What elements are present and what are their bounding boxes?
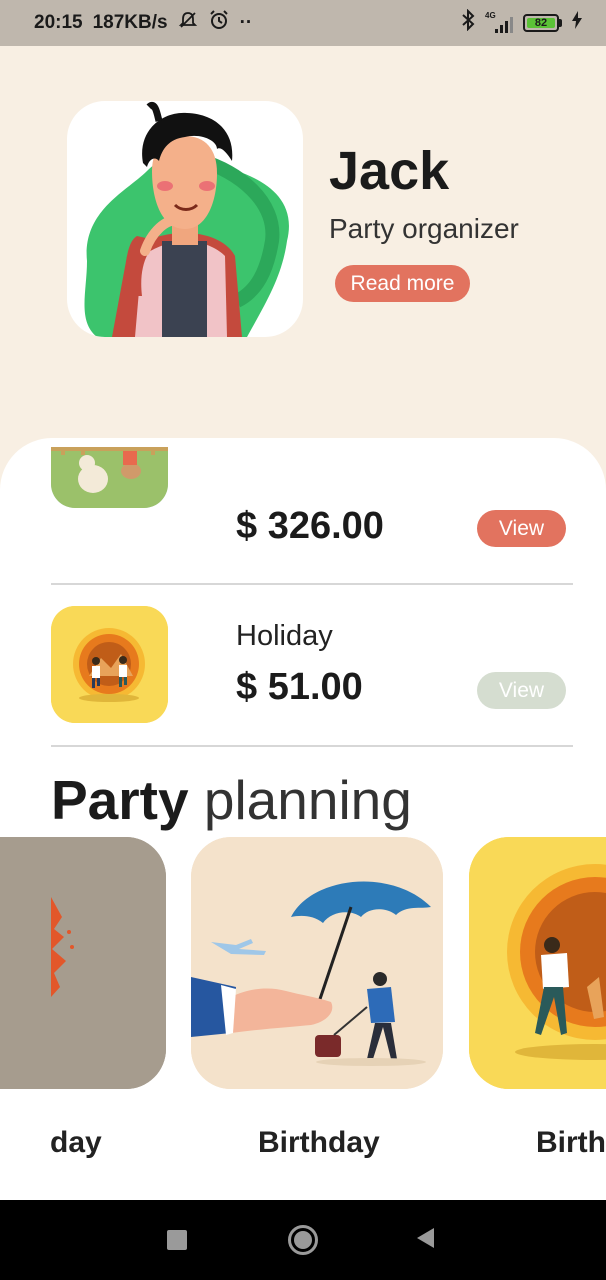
section-title-bold: Party bbox=[51, 769, 189, 831]
section-title-light: planning bbox=[203, 769, 412, 831]
view-button[interactable]: View bbox=[477, 510, 566, 547]
carousel-card-label: Birth bbox=[536, 1126, 606, 1159]
profile-name: Jack bbox=[329, 141, 450, 201]
event-thumbnail bbox=[51, 606, 168, 723]
event-price: $ 326.00 bbox=[236, 505, 384, 547]
carousel-card-label: day bbox=[50, 1126, 102, 1159]
mute-icon bbox=[178, 10, 198, 36]
status-bar: 20:15 187KB/s ·· 4G 82 bbox=[0, 0, 606, 46]
carousel-card[interactable] bbox=[191, 837, 443, 1089]
alarm-icon bbox=[208, 9, 230, 37]
content-sheet: $ 326.00 View Holiday $ 51.00 View Party… bbox=[0, 438, 606, 1200]
back-button[interactable] bbox=[396, 1200, 456, 1280]
divider bbox=[51, 583, 573, 585]
circle-icon bbox=[288, 1225, 318, 1255]
read-more-button[interactable]: Read more bbox=[335, 265, 470, 302]
carousel-card[interactable] bbox=[0, 837, 166, 1089]
triangle-back-icon bbox=[416, 1227, 436, 1254]
more-notifications-icon: ·· bbox=[239, 12, 253, 33]
signal-icon: 4G bbox=[485, 11, 513, 33]
event-row-2[interactable]: Holiday $ 51.00 View bbox=[0, 598, 606, 758]
bluetooth-icon bbox=[461, 8, 475, 37]
section-title: Party planning bbox=[51, 768, 412, 832]
carousel-card-label: Birthday bbox=[258, 1126, 380, 1159]
home-button[interactable] bbox=[273, 1200, 333, 1280]
battery-level: 82 bbox=[527, 18, 555, 29]
battery-icon: 82 bbox=[523, 14, 562, 32]
status-time: 20:15 bbox=[34, 12, 83, 33]
profile-role: Party organizer bbox=[329, 213, 519, 244]
square-icon bbox=[167, 1230, 187, 1250]
event-row-1[interactable]: $ 326.00 View bbox=[0, 438, 606, 598]
status-network-speed: 187KB/s bbox=[92, 12, 168, 33]
event-thumbnail bbox=[51, 447, 168, 508]
view-button[interactable]: View bbox=[477, 672, 566, 709]
event-price: $ 51.00 bbox=[236, 666, 363, 708]
network-type: 4G bbox=[485, 11, 496, 20]
carousel-card[interactable] bbox=[469, 837, 606, 1089]
profile-avatar bbox=[67, 101, 303, 337]
divider bbox=[51, 745, 573, 747]
navigation-bar bbox=[0, 1200, 606, 1280]
event-title: Holiday bbox=[236, 620, 333, 652]
recents-button[interactable] bbox=[147, 1200, 207, 1280]
charging-icon bbox=[572, 11, 582, 35]
